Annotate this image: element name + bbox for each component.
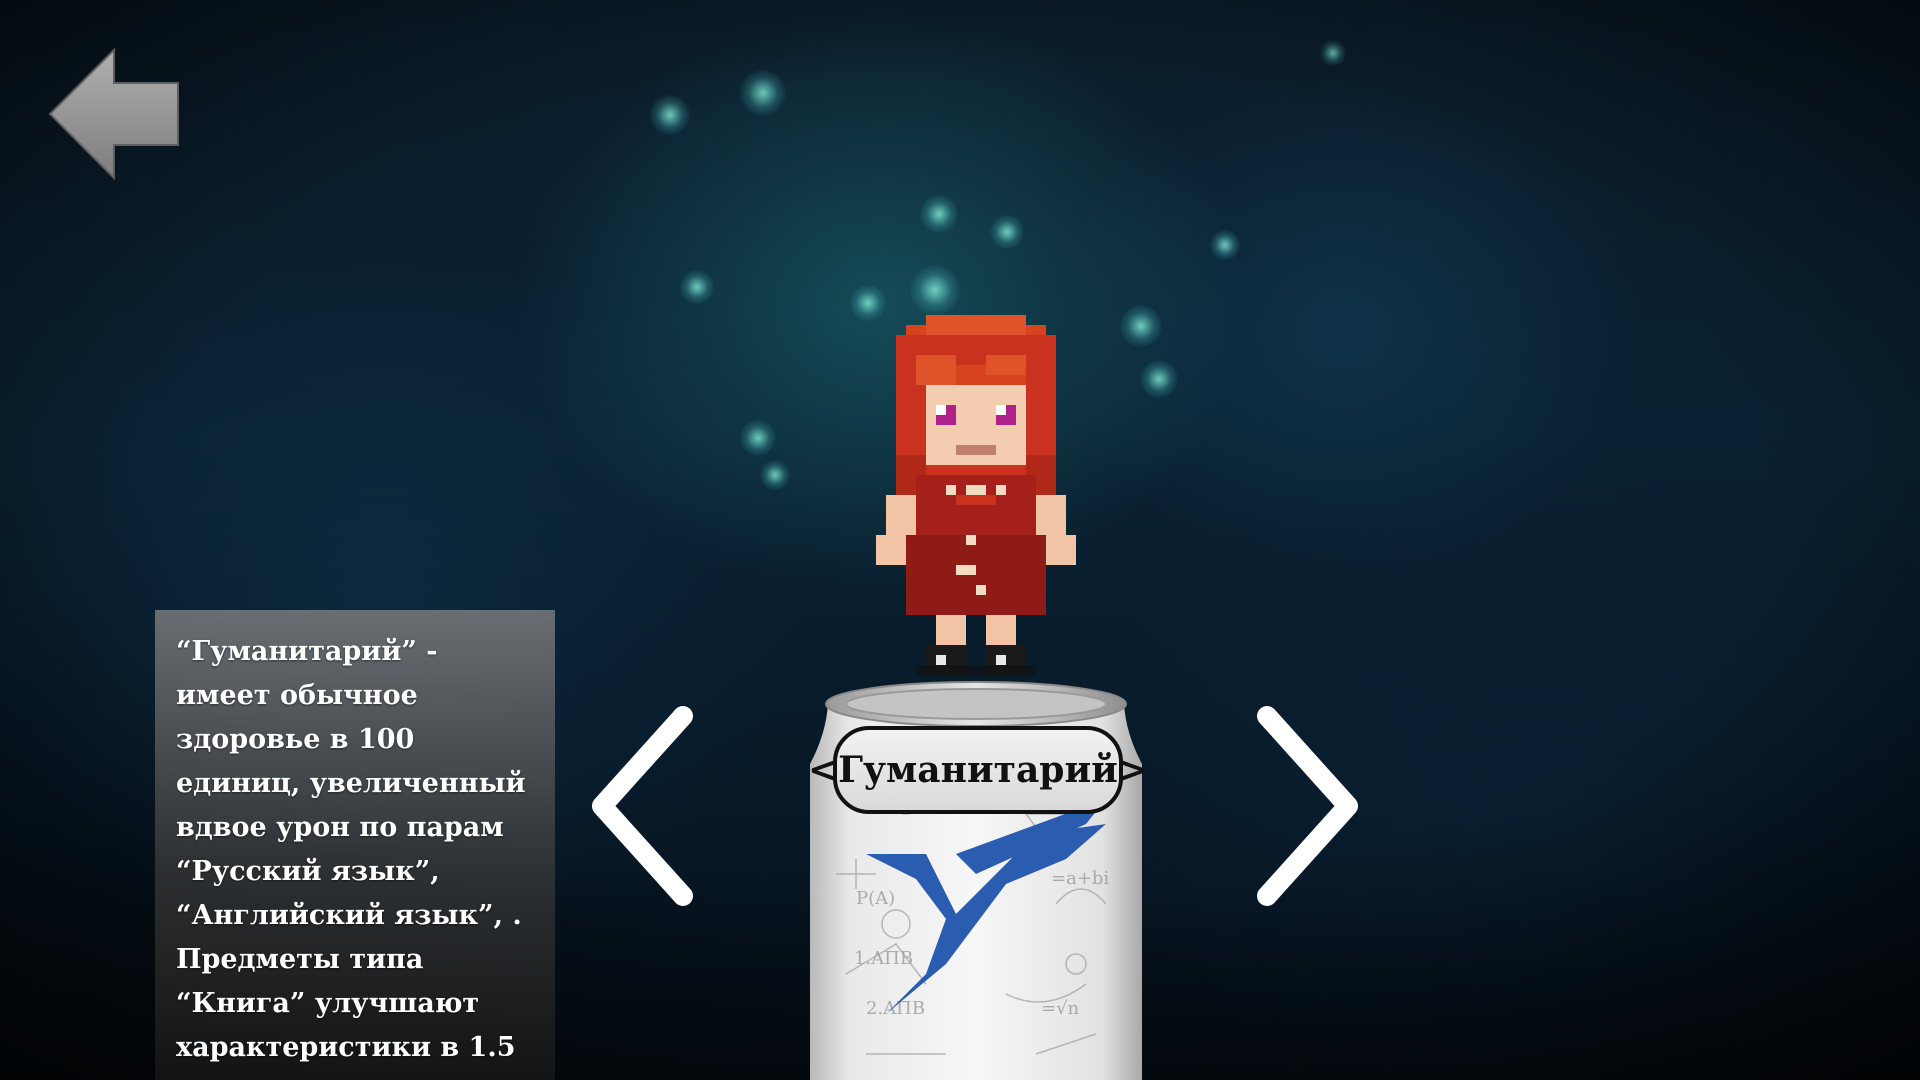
cave-glow bbox=[990, 215, 1024, 249]
character-description: “Гуманитарий” - имеет обычное здоровье в… bbox=[176, 636, 526, 1080]
cave-glow bbox=[760, 460, 790, 490]
cave-glow bbox=[650, 95, 690, 135]
description-panel: “Гуманитарий” - имеет обычное здоровье в… bbox=[155, 610, 555, 1080]
character-select-screen: “Гуманитарий” - имеет обычное здоровье в… bbox=[0, 0, 1920, 1080]
svg-text:=√n: =√n bbox=[1041, 998, 1080, 1019]
cave-glow bbox=[920, 195, 958, 233]
back-button[interactable] bbox=[48, 47, 180, 181]
next-character-button[interactable] bbox=[1252, 706, 1362, 906]
cave-glow bbox=[1210, 230, 1240, 260]
cave-glow bbox=[910, 265, 960, 315]
svg-text:P(A): P(A) bbox=[856, 888, 895, 909]
svg-text:2.AПВ: 2.AПВ bbox=[866, 998, 925, 1019]
cave-glow bbox=[1320, 40, 1346, 66]
cave-glow bbox=[740, 420, 776, 456]
chevron-left-icon bbox=[592, 706, 693, 906]
cave-glow bbox=[1140, 360, 1178, 398]
cave-glow bbox=[740, 70, 786, 116]
character-sprite bbox=[866, 314, 1086, 706]
svg-text:1.AПВ: 1.AПВ bbox=[854, 948, 913, 969]
character-name-plate: <Гуманитарий> bbox=[808, 726, 1148, 814]
prev-character-button[interactable] bbox=[588, 706, 698, 906]
chevron-right-icon bbox=[1257, 706, 1358, 906]
svg-text:=a+bi: =a+bi bbox=[1051, 868, 1109, 889]
cave-glow bbox=[1120, 305, 1162, 347]
red-haired-girl-sprite bbox=[876, 315, 1076, 675]
cave-glow bbox=[680, 270, 714, 304]
arrow-left-icon bbox=[48, 47, 179, 181]
